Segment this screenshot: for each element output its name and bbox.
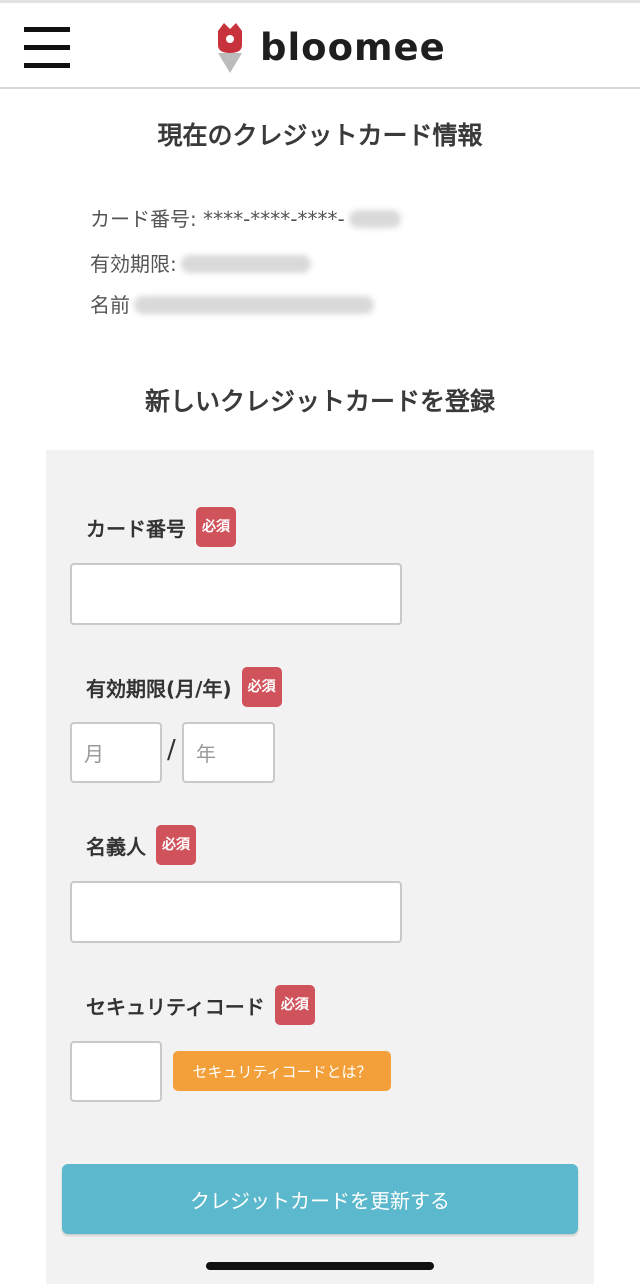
- masked-name: [134, 296, 374, 314]
- masked-digits: [348, 210, 401, 228]
- card-number-label-text: カード番号: [86, 516, 186, 541]
- security-field-label: セキュリティコード 必須: [86, 984, 315, 1026]
- update-card-button[interactable]: クレジットカードを更新する: [62, 1164, 578, 1234]
- expiry-field-label: 有効期限(月/年) 必須: [86, 666, 282, 708]
- new-card-title: 新しいクレジットカードを登録: [144, 387, 495, 416]
- new-card-form: カード番号 必須 有効期限(月/年) 必須 月 / 年 名義人 必須 セキュリテ…: [46, 450, 594, 1284]
- page: bloomee 現在のクレジットカード情報 カード番号: ****-****-*…: [0, 0, 640, 1284]
- expiry-slash: /: [167, 735, 176, 765]
- current-card-number: カード番号: ****-****-****-: [90, 204, 401, 234]
- card-number-label: カード番号: ****-****-****-: [90, 207, 345, 231]
- home-indicator[interactable]: [206, 1262, 434, 1270]
- security-label-text: セキュリティコード: [86, 994, 265, 1019]
- security-code-input[interactable]: [70, 1041, 162, 1102]
- logo[interactable]: bloomee: [210, 19, 446, 75]
- expiry-year-input[interactable]: 年: [182, 722, 275, 783]
- card-number-field-label: カード番号 必須: [86, 506, 236, 548]
- security-code-help-button[interactable]: セキュリティコードとは？: [173, 1051, 391, 1091]
- name-label: 名前: [90, 293, 130, 317]
- flower-logo-icon: [218, 23, 242, 73]
- holder-field-label: 名義人 必須: [86, 824, 196, 866]
- card-number-input[interactable]: [70, 563, 402, 625]
- current-card-name: 名前: [90, 290, 374, 320]
- required-badge: 必須: [196, 507, 236, 547]
- holder-label-text: 名義人: [86, 834, 146, 859]
- expiry-label-text: 有効期限(月/年): [86, 676, 232, 701]
- required-badge: 必須: [241, 667, 282, 707]
- logo-text: bloomee: [260, 25, 446, 69]
- current-card-expiry: 有効期限:: [90, 249, 311, 279]
- expiry-month-input[interactable]: 月: [70, 722, 162, 783]
- month-placeholder: 月: [84, 742, 104, 766]
- required-badge: 必須: [156, 825, 196, 865]
- app-header: bloomee: [0, 3, 640, 89]
- current-card-title: 現在のクレジットカード情報: [157, 121, 483, 150]
- masked-expiry: [180, 255, 311, 273]
- expiry-label: 有効期限:: [90, 252, 177, 276]
- year-placeholder: 年: [196, 742, 216, 766]
- required-badge: 必須: [274, 985, 315, 1025]
- holder-name-input[interactable]: [70, 881, 402, 943]
- hamburger-menu-icon[interactable]: [24, 27, 70, 69]
